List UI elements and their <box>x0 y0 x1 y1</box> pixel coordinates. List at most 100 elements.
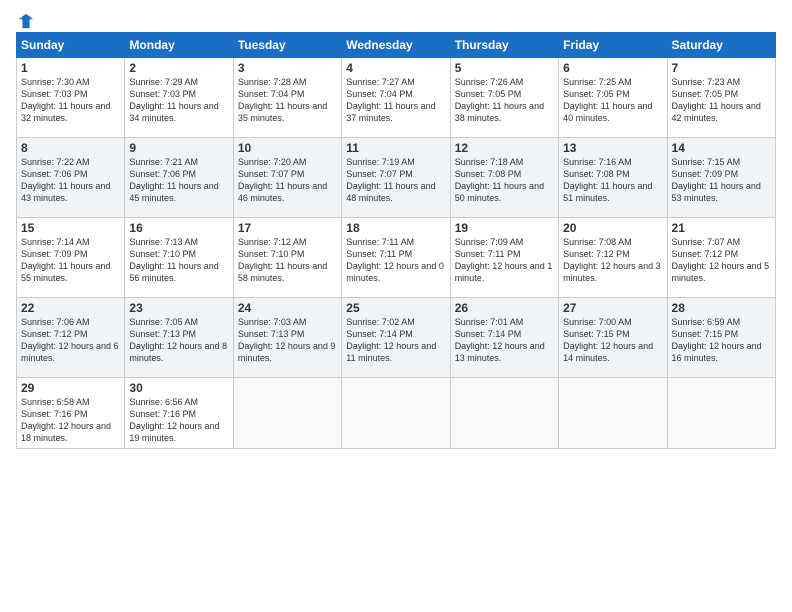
day-info: Sunrise: 7:27 AM Sunset: 7:04 PM Dayligh… <box>346 76 445 125</box>
calendar-cell: 28Sunrise: 6:59 AM Sunset: 7:15 PM Dayli… <box>667 298 775 378</box>
calendar-cell: 7Sunrise: 7:23 AM Sunset: 7:05 PM Daylig… <box>667 58 775 138</box>
day-number: 19 <box>455 221 554 235</box>
calendar-cell: 24Sunrise: 7:03 AM Sunset: 7:13 PM Dayli… <box>233 298 341 378</box>
calendar-cell <box>233 378 341 449</box>
weekday-header-thursday: Thursday <box>450 33 558 58</box>
day-info: Sunrise: 7:16 AM Sunset: 7:08 PM Dayligh… <box>563 156 662 205</box>
day-number: 24 <box>238 301 337 315</box>
day-number: 26 <box>455 301 554 315</box>
day-info: Sunrise: 7:15 AM Sunset: 7:09 PM Dayligh… <box>672 156 771 205</box>
day-number: 21 <box>672 221 771 235</box>
calendar-cell: 1Sunrise: 7:30 AM Sunset: 7:03 PM Daylig… <box>17 58 125 138</box>
day-number: 10 <box>238 141 337 155</box>
calendar-cell: 22Sunrise: 7:06 AM Sunset: 7:12 PM Dayli… <box>17 298 125 378</box>
day-number: 28 <box>672 301 771 315</box>
calendar-week-3: 22Sunrise: 7:06 AM Sunset: 7:12 PM Dayli… <box>17 298 776 378</box>
day-info: Sunrise: 7:06 AM Sunset: 7:12 PM Dayligh… <box>21 316 120 365</box>
calendar-cell: 13Sunrise: 7:16 AM Sunset: 7:08 PM Dayli… <box>559 138 667 218</box>
calendar-table: SundayMondayTuesdayWednesdayThursdayFrid… <box>16 32 776 449</box>
day-number: 5 <box>455 61 554 75</box>
day-info: Sunrise: 7:01 AM Sunset: 7:14 PM Dayligh… <box>455 316 554 365</box>
calendar-cell: 14Sunrise: 7:15 AM Sunset: 7:09 PM Dayli… <box>667 138 775 218</box>
calendar-week-1: 8Sunrise: 7:22 AM Sunset: 7:06 PM Daylig… <box>17 138 776 218</box>
page: SundayMondayTuesdayWednesdayThursdayFrid… <box>0 0 792 457</box>
day-number: 22 <box>21 301 120 315</box>
day-info: Sunrise: 7:11 AM Sunset: 7:11 PM Dayligh… <box>346 236 445 285</box>
day-number: 2 <box>129 61 228 75</box>
calendar-cell: 17Sunrise: 7:12 AM Sunset: 7:10 PM Dayli… <box>233 218 341 298</box>
calendar-cell: 16Sunrise: 7:13 AM Sunset: 7:10 PM Dayli… <box>125 218 233 298</box>
logo <box>16 12 35 26</box>
calendar-cell <box>667 378 775 449</box>
day-number: 1 <box>21 61 120 75</box>
day-number: 14 <box>672 141 771 155</box>
day-number: 13 <box>563 141 662 155</box>
header <box>16 12 776 26</box>
weekday-header-monday: Monday <box>125 33 233 58</box>
day-number: 9 <box>129 141 228 155</box>
day-number: 15 <box>21 221 120 235</box>
day-info: Sunrise: 7:26 AM Sunset: 7:05 PM Dayligh… <box>455 76 554 125</box>
calendar-cell: 4Sunrise: 7:27 AM Sunset: 7:04 PM Daylig… <box>342 58 450 138</box>
day-info: Sunrise: 7:08 AM Sunset: 7:12 PM Dayligh… <box>563 236 662 285</box>
day-info: Sunrise: 7:05 AM Sunset: 7:13 PM Dayligh… <box>129 316 228 365</box>
calendar-cell <box>450 378 558 449</box>
calendar-cell: 20Sunrise: 7:08 AM Sunset: 7:12 PM Dayli… <box>559 218 667 298</box>
calendar-cell: 18Sunrise: 7:11 AM Sunset: 7:11 PM Dayli… <box>342 218 450 298</box>
day-info: Sunrise: 7:22 AM Sunset: 7:06 PM Dayligh… <box>21 156 120 205</box>
calendar-cell: 2Sunrise: 7:29 AM Sunset: 7:03 PM Daylig… <box>125 58 233 138</box>
calendar-week-4: 29Sunrise: 6:58 AM Sunset: 7:16 PM Dayli… <box>17 378 776 449</box>
calendar-cell: 21Sunrise: 7:07 AM Sunset: 7:12 PM Dayli… <box>667 218 775 298</box>
calendar-cell: 15Sunrise: 7:14 AM Sunset: 7:09 PM Dayli… <box>17 218 125 298</box>
day-info: Sunrise: 7:29 AM Sunset: 7:03 PM Dayligh… <box>129 76 228 125</box>
day-number: 6 <box>563 61 662 75</box>
weekday-header-saturday: Saturday <box>667 33 775 58</box>
calendar-cell <box>559 378 667 449</box>
calendar-week-0: 1Sunrise: 7:30 AM Sunset: 7:03 PM Daylig… <box>17 58 776 138</box>
day-info: Sunrise: 7:19 AM Sunset: 7:07 PM Dayligh… <box>346 156 445 205</box>
weekday-header-sunday: Sunday <box>17 33 125 58</box>
day-number: 20 <box>563 221 662 235</box>
day-number: 11 <box>346 141 445 155</box>
day-info: Sunrise: 7:21 AM Sunset: 7:06 PM Dayligh… <box>129 156 228 205</box>
day-number: 8 <box>21 141 120 155</box>
day-info: Sunrise: 7:14 AM Sunset: 7:09 PM Dayligh… <box>21 236 120 285</box>
calendar-cell <box>342 378 450 449</box>
day-info: Sunrise: 7:12 AM Sunset: 7:10 PM Dayligh… <box>238 236 337 285</box>
day-info: Sunrise: 7:07 AM Sunset: 7:12 PM Dayligh… <box>672 236 771 285</box>
calendar-header-row: SundayMondayTuesdayWednesdayThursdayFrid… <box>17 33 776 58</box>
day-info: Sunrise: 7:09 AM Sunset: 7:11 PM Dayligh… <box>455 236 554 285</box>
day-info: Sunrise: 7:23 AM Sunset: 7:05 PM Dayligh… <box>672 76 771 125</box>
calendar-week-2: 15Sunrise: 7:14 AM Sunset: 7:09 PM Dayli… <box>17 218 776 298</box>
calendar-cell: 23Sunrise: 7:05 AM Sunset: 7:13 PM Dayli… <box>125 298 233 378</box>
day-info: Sunrise: 7:25 AM Sunset: 7:05 PM Dayligh… <box>563 76 662 125</box>
weekday-header-wednesday: Wednesday <box>342 33 450 58</box>
day-number: 4 <box>346 61 445 75</box>
day-number: 18 <box>346 221 445 235</box>
calendar-cell: 26Sunrise: 7:01 AM Sunset: 7:14 PM Dayli… <box>450 298 558 378</box>
logo-flag-icon <box>17 12 35 30</box>
day-number: 27 <box>563 301 662 315</box>
calendar-cell: 25Sunrise: 7:02 AM Sunset: 7:14 PM Dayli… <box>342 298 450 378</box>
calendar-cell: 9Sunrise: 7:21 AM Sunset: 7:06 PM Daylig… <box>125 138 233 218</box>
day-number: 30 <box>129 381 228 395</box>
day-info: Sunrise: 7:28 AM Sunset: 7:04 PM Dayligh… <box>238 76 337 125</box>
day-info: Sunrise: 7:02 AM Sunset: 7:14 PM Dayligh… <box>346 316 445 365</box>
weekday-header-friday: Friday <box>559 33 667 58</box>
day-info: Sunrise: 6:56 AM Sunset: 7:16 PM Dayligh… <box>129 396 228 445</box>
day-info: Sunrise: 6:58 AM Sunset: 7:16 PM Dayligh… <box>21 396 120 445</box>
day-info: Sunrise: 7:03 AM Sunset: 7:13 PM Dayligh… <box>238 316 337 365</box>
calendar-cell: 8Sunrise: 7:22 AM Sunset: 7:06 PM Daylig… <box>17 138 125 218</box>
day-number: 3 <box>238 61 337 75</box>
day-number: 12 <box>455 141 554 155</box>
calendar-cell: 30Sunrise: 6:56 AM Sunset: 7:16 PM Dayli… <box>125 378 233 449</box>
day-info: Sunrise: 7:30 AM Sunset: 7:03 PM Dayligh… <box>21 76 120 125</box>
calendar-cell: 5Sunrise: 7:26 AM Sunset: 7:05 PM Daylig… <box>450 58 558 138</box>
calendar-cell: 6Sunrise: 7:25 AM Sunset: 7:05 PM Daylig… <box>559 58 667 138</box>
calendar-cell: 19Sunrise: 7:09 AM Sunset: 7:11 PM Dayli… <box>450 218 558 298</box>
day-number: 17 <box>238 221 337 235</box>
day-info: Sunrise: 7:00 AM Sunset: 7:15 PM Dayligh… <box>563 316 662 365</box>
day-info: Sunrise: 7:20 AM Sunset: 7:07 PM Dayligh… <box>238 156 337 205</box>
day-number: 16 <box>129 221 228 235</box>
calendar-cell: 12Sunrise: 7:18 AM Sunset: 7:08 PM Dayli… <box>450 138 558 218</box>
